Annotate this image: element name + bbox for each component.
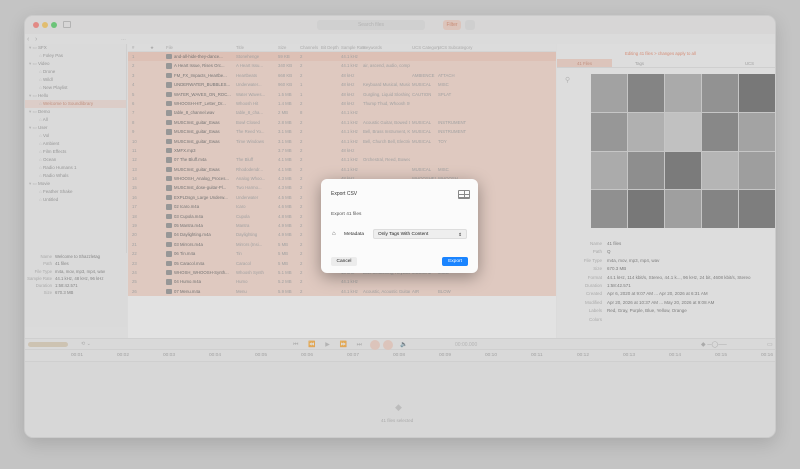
dialog-subtitle: Export 41 files bbox=[331, 212, 362, 217]
csv-table-icon bbox=[458, 190, 470, 199]
metadata-select[interactable]: Only Tags With Content ⇕ bbox=[373, 229, 467, 239]
dialog-title: Export CSV bbox=[331, 191, 358, 197]
metadata-select-value: Only Tags With Content bbox=[378, 232, 429, 237]
chevron-updown-icon: ⇕ bbox=[458, 232, 462, 237]
metadata-label: Metadata bbox=[344, 232, 365, 237]
export-button[interactable]: Export bbox=[442, 257, 468, 266]
export-csv-dialog: Export CSV Export 41 files ⌂ Metadata On… bbox=[321, 179, 478, 273]
cancel-button[interactable]: Cancel bbox=[331, 257, 357, 266]
tag-icon: ⌂ bbox=[332, 231, 336, 237]
